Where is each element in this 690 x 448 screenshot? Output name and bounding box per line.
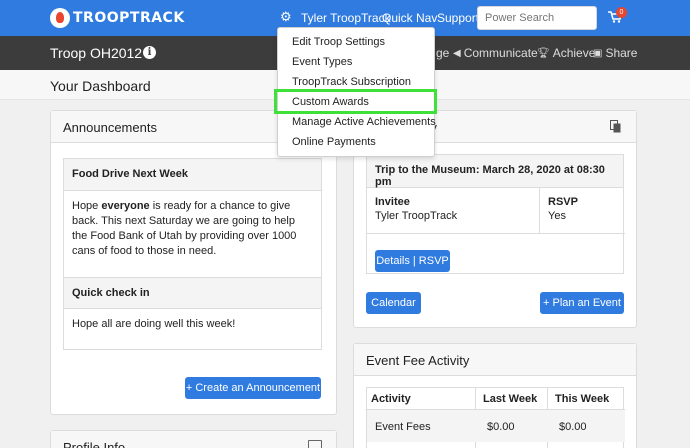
profile-info-card: Profile Info <box>50 430 337 448</box>
details-rsvp-button[interactable]: Details | RSVP <box>375 250 450 272</box>
create-announcement-button[interactable]: + Create an Announcement <box>185 377 321 399</box>
announcement-body: Hope everyone is ready for a chance to g… <box>72 200 297 257</box>
profile-info-header: Profile Info <box>51 431 336 448</box>
power-search-input[interactable] <box>477 6 597 30</box>
rsvp-value: Yes <box>548 210 566 222</box>
table-cell: $0.00 <box>487 421 515 433</box>
subnav-label: Achieve <box>552 46 596 60</box>
custom-awards-highlight <box>274 89 437 114</box>
quick-nav-link[interactable]: Quick Nav <box>382 11 437 25</box>
event-fee-activity-card: Event Fee Activity Activity Last Week Th… <box>353 343 637 448</box>
copy-icon[interactable] <box>610 120 621 133</box>
fee-table: Activity Last Week This Week Event Fees … <box>366 387 625 448</box>
plan-event-button[interactable]: + Plan an Event <box>540 292 624 314</box>
gear-icon[interactable]: ⚙ <box>280 10 294 24</box>
column-header: This Week <box>555 393 610 405</box>
table-header-row: Activity Last Week This Week <box>367 388 625 410</box>
calendar-button[interactable]: Calendar <box>366 292 421 314</box>
event-invitee-row: Invitee Tyler TroopTrack RSVP Yes <box>367 188 625 234</box>
card-title: Announcements <box>63 120 157 135</box>
image-icon: ▣ <box>593 47 603 59</box>
support-link[interactable]: Support <box>437 11 479 25</box>
card-title: Profile Info <box>63 440 126 448</box>
announcement-body: Hope all are doing well this week! <box>72 318 236 330</box>
divider <box>539 188 540 234</box>
event-title[interactable]: Trip to the Museum: March 28, 2020 at 08… <box>367 155 623 188</box>
table-cell: Event Fees <box>375 421 431 433</box>
card-title: Event Fee Activity <box>366 353 470 368</box>
table-cell: $0.00 <box>559 421 587 433</box>
trophy-icon: 🏆︎ <box>537 47 550 59</box>
announcement-title[interactable]: Food Drive Next Week <box>64 159 321 191</box>
subnav-item-communicate[interactable]: ◀ Communicate <box>453 46 538 60</box>
menu-item-event-types[interactable]: Event Types <box>292 56 352 68</box>
logo-flame-icon <box>50 8 70 28</box>
menu-item-trooptrack-subscription[interactable]: TroopTrack Subscription <box>292 76 411 88</box>
event-box: Trip to the Museum: March 28, 2020 at 08… <box>366 154 625 274</box>
troop-name[interactable]: Troop OH2012 <box>50 45 142 61</box>
menu-item-online-payments[interactable]: Online Payments <box>292 136 376 148</box>
subnav-item-partial[interactable]: ge <box>436 46 449 60</box>
subnav-label: Share <box>605 46 638 60</box>
subnav-item-achieve[interactable]: 🏆︎ Achieve <box>537 46 595 60</box>
menu-item-edit-troop-settings[interactable]: Edit Troop Settings <box>292 36 385 48</box>
page-title: Your Dashboard <box>50 78 151 94</box>
table-row: Event Fees $0.00 $0.00 <box>367 410 625 442</box>
trooptrack-logo[interactable]: TROOPTRACK <box>50 8 185 28</box>
column-header: Activity <box>371 393 411 405</box>
announcement-title[interactable]: Quick check in <box>64 277 321 309</box>
user-menu[interactable]: Tyler TroopTrack <box>301 11 391 25</box>
invitee-value: Tyler TroopTrack <box>375 210 458 222</box>
subnav-label: Communicate <box>463 46 538 60</box>
subnav-item-share[interactable]: ▣ Share <box>593 46 637 60</box>
menu-item-manage-active-achievements[interactable]: Manage Active Achievements <box>292 116 436 128</box>
invitee-label: Invitee <box>375 196 410 208</box>
cart-count-badge: 0 <box>616 7 627 18</box>
fee-activity-header: Event Fee Activity <box>354 344 636 376</box>
logo-text: TROOPTRACK <box>73 10 185 26</box>
rsvp-label: RSVP <box>548 196 578 208</box>
info-icon[interactable]: i <box>143 46 156 59</box>
announcement-list: Food Drive Next Week Hope everyone is re… <box>63 158 322 350</box>
id-card-icon <box>308 440 322 448</box>
megaphone-icon: ◀ <box>453 47 461 59</box>
column-header: Last Week <box>483 393 538 405</box>
